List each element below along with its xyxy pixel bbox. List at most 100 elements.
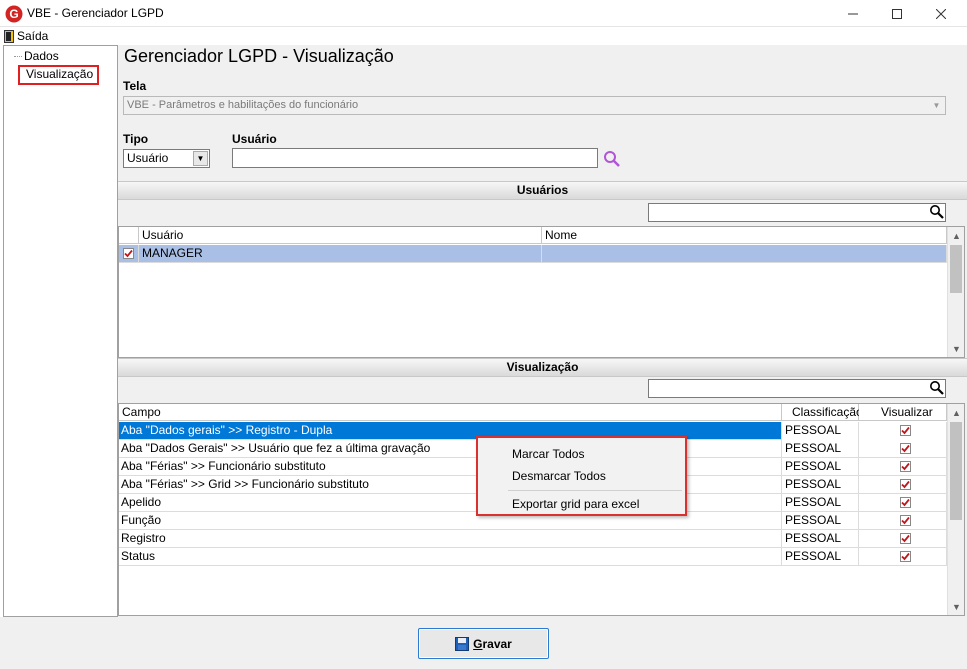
window-title: VBE - Gerenciador LGPD (27, 6, 164, 20)
cell-visualizar (859, 530, 947, 548)
minimize-icon (848, 13, 858, 14)
visualizar-checkbox[interactable] (900, 479, 911, 490)
menu-bar (0, 27, 967, 45)
minimize-button[interactable] (830, 0, 876, 27)
checkmark-icon (901, 480, 910, 489)
cell-classificacao: PESSOAL (782, 512, 859, 530)
cell-campo: Status (119, 548, 782, 566)
cell-usuario: MANAGER (139, 245, 542, 263)
door-icon (4, 29, 14, 43)
checkmark-icon (901, 534, 910, 543)
cell-visualizar (859, 494, 947, 512)
tipo-combo[interactable]: Usuário ▼ (123, 149, 210, 168)
search-icon[interactable] (603, 150, 621, 168)
vis-section-header: Visualização (118, 358, 967, 377)
users-scrollbar[interactable]: ▲ ▼ (947, 227, 964, 357)
maximize-icon (892, 8, 902, 19)
visualizar-checkbox[interactable] (900, 461, 911, 472)
checkmark-icon (901, 552, 910, 561)
chevron-down-icon: ▼ (193, 151, 208, 166)
cell-campo: Registro (119, 530, 782, 548)
cell-visualizar (859, 422, 947, 440)
vis-header-campo[interactable]: Campo (119, 404, 782, 421)
checkmark-icon (901, 462, 910, 471)
visualizar-checkbox[interactable] (900, 533, 911, 544)
cell-classificacao: PESSOAL (782, 476, 859, 494)
tela-label: Tela (123, 79, 147, 93)
vis-header-visualizar[interactable]: Visualizar (859, 404, 947, 421)
tela-combo[interactable]: VBE - Parâmetros e habilitações do funci… (123, 96, 946, 115)
navigation-tree: Dados Visualização (3, 45, 118, 617)
usuario-label: Usuário (232, 132, 277, 146)
cell-classificacao: PESSOAL (782, 458, 859, 476)
cell-nome (542, 245, 947, 263)
users-header-usuario[interactable]: Usuário (139, 227, 542, 244)
row-checkbox[interactable] (123, 248, 134, 259)
cell-visualizar (859, 512, 947, 530)
table-row[interactable]: MANAGER (119, 245, 947, 263)
close-button[interactable] (918, 0, 964, 27)
tela-combo-value: VBE - Parâmetros e habilitações do funci… (127, 99, 359, 111)
tipo-label: Tipo (123, 132, 149, 146)
search-icon[interactable] (929, 204, 945, 220)
scroll-down-icon[interactable]: ▼ (948, 340, 965, 357)
save-button-label: Gravar (473, 637, 512, 651)
cell-classificacao: PESSOAL (782, 530, 859, 548)
users-grid: Usuário Nome MANAGER ▲ ▼ (118, 226, 965, 358)
cell-visualizar (859, 548, 947, 566)
table-row[interactable]: Registro PESSOAL (119, 530, 947, 548)
cell-visualizar (859, 440, 947, 458)
scroll-up-icon[interactable]: ▲ (948, 227, 965, 244)
app-logo-icon: G (5, 5, 23, 23)
checkmark-icon (901, 426, 910, 435)
checkmark-icon (901, 498, 910, 507)
ctx-desmarcar-todos[interactable]: Desmarcar Todos (512, 469, 606, 483)
table-row[interactable]: Status PESSOAL (119, 548, 947, 566)
cell-classificacao: PESSOAL (782, 494, 859, 512)
scroll-down-icon[interactable]: ▼ (948, 598, 965, 615)
floppy-icon (455, 636, 470, 651)
tipo-combo-value: Usuário (127, 151, 169, 165)
svg-text:G: G (9, 7, 18, 21)
search-icon[interactable] (929, 380, 945, 396)
chevron-down-icon: ▼ (932, 101, 941, 110)
cell-classificacao: PESSOAL (782, 440, 859, 458)
menu-exit-label: Saída (17, 29, 49, 43)
users-filter-input[interactable] (648, 203, 946, 222)
row-check-cell (119, 245, 139, 263)
cell-classificacao: PESSOAL (782, 548, 859, 566)
save-button-label-rest: ravar (482, 636, 512, 651)
menu-exit[interactable]: Saída (4, 28, 48, 44)
visualizar-checkbox[interactable] (900, 551, 911, 562)
visualizar-checkbox[interactable] (900, 497, 911, 508)
nav-item-visualizacao[interactable]: Visualização (18, 65, 99, 85)
checkmark-icon (124, 249, 133, 258)
visualizar-checkbox[interactable] (900, 515, 911, 526)
close-icon (936, 8, 946, 19)
visualizar-checkbox[interactable] (900, 443, 911, 454)
ctx-exportar-excel[interactable]: Exportar grid para excel (512, 497, 639, 511)
checkmark-icon (901, 516, 910, 525)
users-header-check (119, 227, 139, 244)
cell-visualizar (859, 476, 947, 494)
page-title: Gerenciador LGPD - Visualização (124, 46, 394, 66)
cell-visualizar (859, 458, 947, 476)
ctx-marcar-todos[interactable]: Marcar Todos (512, 447, 584, 461)
users-header-nome[interactable]: Nome (542, 227, 947, 244)
cell-classificacao: PESSOAL (782, 422, 859, 440)
vis-filter-input[interactable] (648, 379, 946, 398)
vis-scrollbar[interactable]: ▲ ▼ (947, 404, 964, 615)
context-menu: Marcar Todos Desmarcar Todos Exportar gr… (476, 436, 687, 516)
usuario-input[interactable] (232, 148, 598, 168)
scroll-thumb[interactable] (950, 245, 962, 293)
scroll-up-icon[interactable]: ▲ (948, 404, 965, 421)
menu-separator (508, 490, 682, 491)
save-button[interactable]: Gravar (418, 628, 549, 659)
checkmark-icon (901, 444, 910, 453)
users-section-header: Usuários (118, 181, 967, 200)
vis-header-classificacao[interactable]: Classificação (782, 404, 863, 421)
scroll-thumb[interactable] (950, 422, 962, 520)
maximize-button[interactable] (874, 0, 920, 27)
nav-item-dados[interactable]: Dados (24, 49, 59, 63)
visualizar-checkbox[interactable] (900, 425, 911, 436)
